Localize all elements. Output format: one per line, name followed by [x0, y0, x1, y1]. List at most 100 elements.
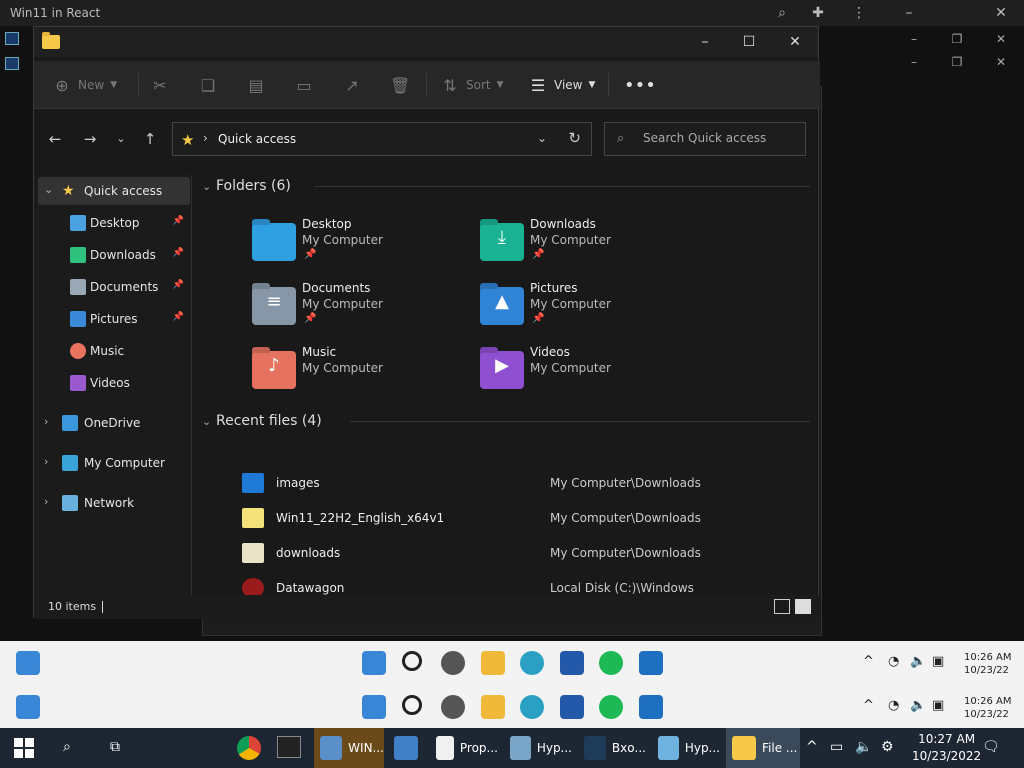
recent-section-header[interactable]: ⌄ Recent files (4)	[202, 410, 322, 432]
taskbar-app[interactable]: Prop...	[430, 728, 498, 768]
taskbar-app[interactable]: Hyp...	[504, 728, 572, 768]
extension-icon[interactable]: ✚	[809, 4, 827, 22]
minimize-icon[interactable]: –	[682, 27, 728, 57]
wifi-icon[interactable]: ◔	[888, 698, 899, 713]
spotify-icon[interactable]	[599, 651, 623, 675]
sidebar-item[interactable]: ⌄ ★ Quick access	[38, 177, 190, 205]
sidebar-item[interactable]: Videos	[38, 369, 190, 397]
settings-icon[interactable]: ⚙	[881, 739, 894, 755]
folders-section-header[interactable]: ⌄ Folders (6)	[202, 175, 291, 197]
chevron-up-icon[interactable]: ^	[863, 698, 874, 713]
taskbar-app[interactable]	[388, 728, 424, 768]
taskbar-clock[interactable]: 10:27 AM 10/23/2022	[912, 731, 981, 765]
battery-icon[interactable]: ▣	[932, 654, 944, 669]
edge-icon[interactable]	[520, 651, 544, 675]
forward-arrow-icon[interactable]: →	[79, 128, 101, 150]
task-view-icon[interactable]: ⧉	[110, 739, 120, 755]
minimize-icon[interactable]: –	[904, 52, 924, 72]
search-input[interactable]	[643, 131, 803, 145]
chevron-right-icon[interactable]: ›	[44, 495, 48, 508]
store-icon[interactable]	[559, 695, 584, 719]
inner-clock[interactable]: 10:26 AM 10/23/22	[964, 651, 1011, 677]
taskbar-app[interactable]: File ...	[726, 728, 800, 768]
view-button[interactable]: ☰ View ▼	[528, 71, 596, 99]
chrome-icon[interactable]	[237, 736, 261, 760]
volume-icon[interactable]: 🔈	[855, 739, 872, 755]
recent-locations-chevron-icon[interactable]: ⌄	[110, 128, 132, 150]
search-icon[interactable]: ⌕	[773, 4, 791, 22]
taskbar-app[interactable]: WIN...	[314, 728, 384, 768]
taskbar-app[interactable]: Hyp...	[652, 728, 720, 768]
host-minimize-icon[interactable]: –	[900, 4, 918, 22]
details-view-icon[interactable]	[774, 599, 790, 614]
sidebar-item[interactable]: Documents 📌	[38, 273, 190, 301]
recent-file-row[interactable]: downloads My Computer\Downloads	[242, 541, 802, 567]
back-arrow-icon[interactable]: ←	[44, 128, 66, 150]
chevron-up-icon[interactable]: ^	[806, 739, 818, 755]
windows-start-icon[interactable]	[14, 738, 34, 758]
spotify-icon[interactable]	[599, 695, 623, 719]
sidebar-item[interactable]: Pictures 📌	[38, 305, 190, 333]
folder-tile[interactable]: ▶ Videos My Computer	[480, 345, 700, 405]
chevron-right-icon[interactable]: ›	[44, 455, 48, 468]
file-explorer-icon[interactable]	[480, 695, 505, 719]
more-vertical-icon[interactable]: ⋮	[850, 4, 868, 22]
delete-button[interactable]: 🗑	[390, 71, 410, 99]
sort-button[interactable]: ⇅ Sort ▼	[440, 71, 503, 99]
sidebar-item[interactable]: Music	[38, 337, 190, 365]
up-arrow-icon[interactable]: ↑	[139, 128, 161, 150]
sidebar-item[interactable]: Desktop 📌	[38, 209, 190, 237]
terminal-icon[interactable]	[638, 651, 663, 675]
edge-icon[interactable]	[520, 695, 544, 719]
restore-icon[interactable]: ❐	[947, 52, 967, 72]
volume-icon[interactable]: 🔈	[910, 698, 926, 713]
notification-icon[interactable]: 🗨	[982, 739, 1000, 755]
settings-icon[interactable]	[441, 651, 465, 675]
network-icon[interactable]: ▭	[830, 739, 843, 755]
recent-file-row[interactable]: Win11_22H2_English_x64v1 My Computer\Down…	[242, 506, 802, 532]
folder-tile[interactable]: ♪ Music My Computer	[252, 345, 472, 405]
sidebar-item[interactable]: Downloads 📌	[38, 241, 190, 269]
restore-icon[interactable]: ❐	[947, 29, 967, 49]
close-icon[interactable]: ✕	[991, 29, 1011, 49]
windows-start-icon[interactable]	[362, 651, 386, 675]
chevron-down-icon[interactable]: ⌄	[44, 183, 53, 196]
folder-tile[interactable]: Desktop My Computer 📌	[252, 217, 472, 277]
more-options-button[interactable]: •••	[624, 71, 656, 99]
rename-button[interactable]: ▭	[294, 71, 314, 99]
taskbar-app[interactable]: Вхо...	[578, 728, 646, 768]
search-icon[interactable]	[401, 651, 422, 671]
chevron-up-icon[interactable]: ^	[863, 654, 874, 669]
folder-tile[interactable]: ≡ Documents My Computer 📌	[252, 281, 472, 341]
chevron-right-icon[interactable]: ›	[44, 415, 48, 428]
address-bar[interactable]: ★ › Quick access ⌄ ↻	[172, 122, 592, 156]
search-box[interactable]: ⌕	[604, 122, 806, 156]
close-icon[interactable]: ✕	[772, 27, 818, 57]
wifi-icon[interactable]: ◔	[888, 654, 899, 669]
store-icon[interactable]	[559, 651, 584, 675]
search-icon[interactable]: ⌕	[63, 739, 71, 755]
terminal-icon[interactable]	[638, 695, 663, 719]
copy-button[interactable]: ❏	[198, 71, 218, 99]
sidebar-item[interactable]: › My Computer	[38, 449, 190, 477]
tiles-view-icon[interactable]	[795, 599, 811, 614]
share-button[interactable]: ↗	[342, 71, 362, 99]
settings-icon[interactable]	[441, 695, 465, 719]
sidebar-item[interactable]: › OneDrive	[38, 409, 190, 437]
minimize-icon[interactable]: –	[904, 29, 924, 49]
refresh-icon[interactable]: ↻	[568, 129, 581, 147]
explorer-titlebar[interactable]: – ☐ ✕	[34, 27, 818, 57]
maximize-icon[interactable]: ☐	[726, 27, 772, 57]
new-button[interactable]: ⊕ New ▼	[52, 71, 117, 99]
sidebar-item[interactable]: › Network	[38, 489, 190, 517]
widgets-icon[interactable]	[16, 651, 40, 675]
inner-clock[interactable]: 10:26 AM 10/23/22	[964, 695, 1011, 721]
chevron-down-icon[interactable]: ⌄	[537, 131, 547, 145]
battery-icon[interactable]: ▣	[932, 698, 944, 713]
file-explorer-icon[interactable]	[480, 651, 505, 675]
folder-tile[interactable]: ⤓ Downloads My Computer 📌	[480, 217, 700, 277]
search-icon[interactable]	[401, 695, 422, 715]
volume-icon[interactable]: 🔈	[910, 654, 926, 669]
close-icon[interactable]: ✕	[991, 52, 1011, 72]
cut-button[interactable]: ✂	[150, 71, 170, 99]
